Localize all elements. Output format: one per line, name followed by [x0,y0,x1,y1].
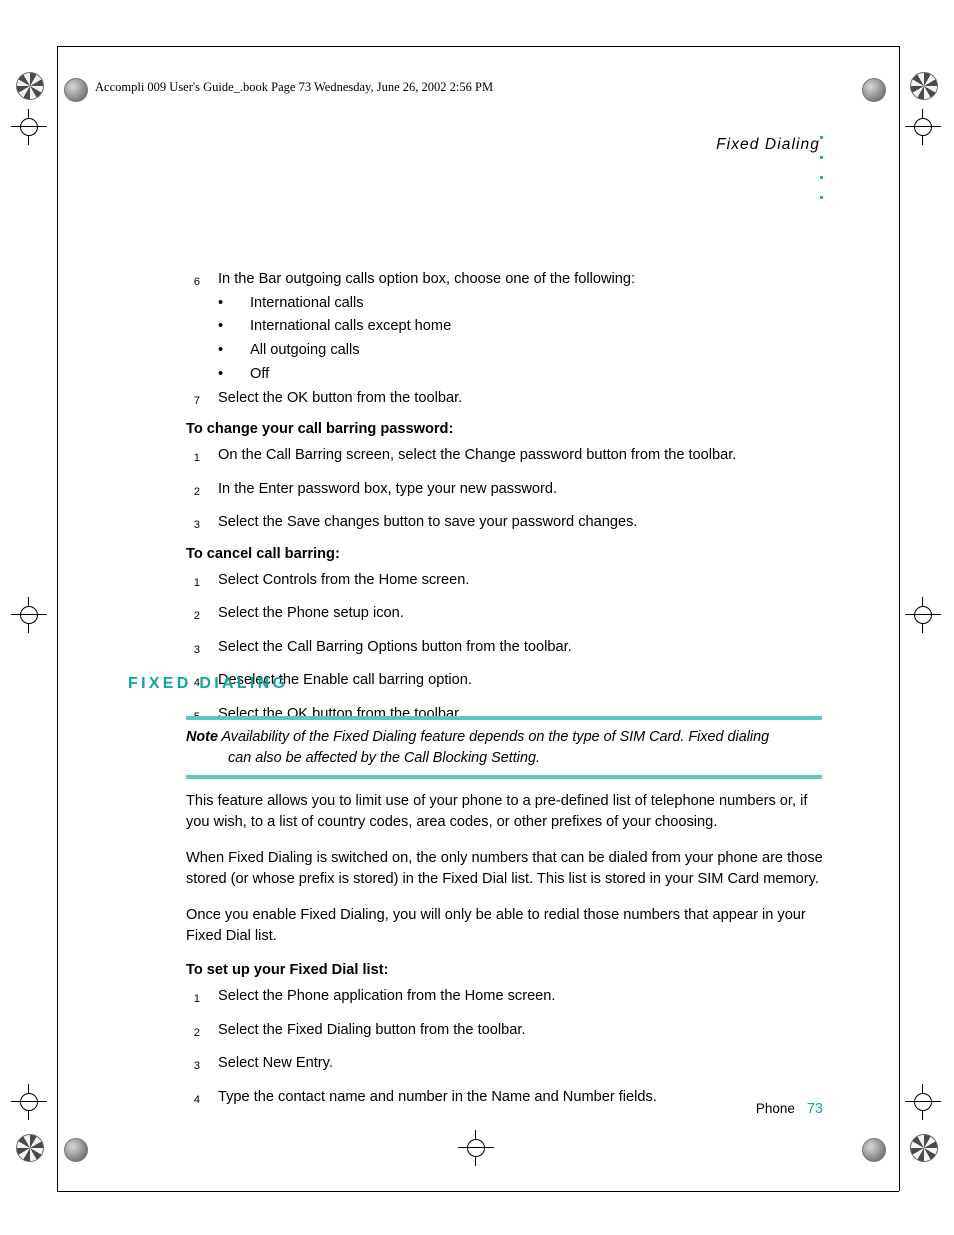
printer-dot-mark-top-left [64,78,88,102]
note-line-1: Availability of the Fixed Dialing featur… [217,729,770,745]
list-item: 3 Select New Entry. [186,1052,826,1076]
bullet-glyph: • [218,342,224,359]
crop-target-right-mid [905,597,941,633]
numbered-list-fixed-dial: 1 Select the Phone application from the … [186,985,826,1109]
crop-target-left-bottom [11,1084,47,1120]
crop-target-left-top [11,109,47,145]
printer-registration-mark-bottom-left [16,1134,44,1162]
list-item: • International calls except home [218,315,822,339]
list-item: 6 In the Bar outgoing calls option box, … [186,268,822,292]
note-callout: Note Availability of the Fixed Dialing f… [186,716,822,779]
step-text: Select the Fixed Dialing button from the… [218,1021,526,1038]
note-line-2: can also be affected by the Call Blockin… [228,750,540,766]
body-section: This feature allows you to limit use of … [186,791,826,1109]
step-number: 3 [193,643,200,656]
list-item: 1 On the Call Barring screen, select the… [186,444,822,468]
book-file-header: Accompli 009 User's Guide_.book Page 73 … [95,80,494,94]
dot-2 [820,156,823,159]
note-text: Note Availability of the Fixed Dialing f… [186,720,822,775]
step-text: Select Controls from the Home screen. [218,571,470,588]
list-item: 3 Select the Save changes button to save… [186,511,822,535]
printer-dot-mark-top-right [862,78,886,102]
dot-3 [820,176,823,179]
bullet-list-outgoing-calls: • International calls • International ca… [218,292,822,387]
list-item: • Off [218,363,822,387]
crop-target-bottom-center [458,1130,494,1166]
numbered-list-top-continued: 7 Select the OK button from the toolbar. [186,387,822,411]
list-item: 2 In the Enter password box, type your n… [186,478,822,502]
step-number: 2 [193,1026,200,1039]
paragraph: When Fixed Dialing is switched on, the o… [186,850,823,887]
crop-target-right-bottom [905,1084,941,1120]
step-text: On the Call Barring screen, select the C… [218,447,737,464]
list-item: 3 Select the Call Barring Options button… [186,636,822,660]
note-rule-bottom [186,775,822,779]
list-item: 1 Select Controls from the Home screen. [186,569,822,593]
numbered-list-cancel-call-barring: 1 Select Controls from the Home screen. … [186,569,822,727]
list-item: • All outgoing calls [218,339,822,363]
step-number: 2 [193,485,200,498]
subheading-change-password: To change your call barring password: [186,421,454,438]
list-item: 2 Select the Fixed Dialing button from t… [186,1019,826,1043]
crop-target-right-top [905,109,941,145]
page-footer: Phone 73 [756,1101,823,1117]
step-number: 6 [193,276,200,288]
page-content: 6 In the Bar outgoing calls option box, … [186,268,822,726]
step-number: 4 [193,1093,200,1106]
printer-registration-mark-bottom-right [910,1134,938,1162]
list-item: 7 Select the OK button from the toolbar. [186,387,822,411]
printer-dot-mark-bottom-right [862,1138,886,1162]
numbered-list-top: 6 In the Bar outgoing calls option box, … [186,268,822,292]
bullet-text: All outgoing calls [250,342,360,359]
step-text: Type the contact name and number in the … [218,1088,657,1105]
list-item: • International calls [218,292,822,316]
bullet-text: Off [250,365,270,382]
bullet-text: International calls [250,294,364,311]
chapter-running-head: Fixed Dialing [716,136,820,153]
bullet-glyph: • [218,365,224,382]
list-item: 2 Select the Phone setup icon. [186,602,822,626]
bullet-glyph: • [218,318,224,335]
subheading-cancel-call-barring: To cancel call barring: [186,545,340,562]
dot-1 [820,136,823,139]
step-text: Select New Entry. [218,1055,333,1071]
dot-4 [820,196,823,199]
printer-registration-mark-top-right [910,72,938,100]
note-label: Note [186,729,218,745]
step-text: In the Bar outgoing calls option box, ch… [218,271,636,287]
trim-line-bottom [57,1191,899,1192]
bullet-glyph: • [218,294,224,311]
step-number: 2 [193,610,200,623]
step-number: 3 [193,519,200,532]
bullet-text: International calls except home [250,318,452,335]
section-heading-fixed-dialing: FIXED DIALING [128,675,289,692]
step-text: Select the Save changes button to save y… [218,514,638,531]
step-text: Select the Call Barring Options button f… [218,638,572,655]
printer-registration-mark-top-left [16,72,44,100]
step-number: 1 [193,576,200,589]
step-number: 1 [193,993,200,1005]
trim-line-right [899,46,900,1191]
trim-line-top [57,46,899,47]
step-number: 3 [193,1060,200,1072]
paragraph: Once you enable Fixed Dialing, you will … [186,907,806,944]
printer-dot-mark-bottom-left [64,1138,88,1162]
step-number: 1 [193,452,200,465]
subheading-fixed-dial-list: To set up your Fixed Dial list: [186,962,389,978]
trim-line-left [57,46,58,1191]
step-text: Select the Phone application from the Ho… [218,988,556,1004]
crop-target-left-mid [11,597,47,633]
step-number: 7 [193,394,200,407]
list-item: 4 Type the contact name and number in th… [186,1086,826,1110]
paragraph: This feature allows you to limit use of … [186,793,808,830]
decorative-dot-column [820,136,826,216]
step-text: In the Enter password box, type your new… [218,480,558,497]
list-item: 1 Select the Phone application from the … [186,985,826,1009]
footer-section-label: Phone [755,1101,795,1116]
page-number: 73 [806,1101,823,1117]
numbered-list-change-password: 1 On the Call Barring screen, select the… [186,444,822,535]
step-text: Select the OK button from the toolbar. [218,389,463,406]
step-text: Select the Phone setup icon. [218,605,404,622]
